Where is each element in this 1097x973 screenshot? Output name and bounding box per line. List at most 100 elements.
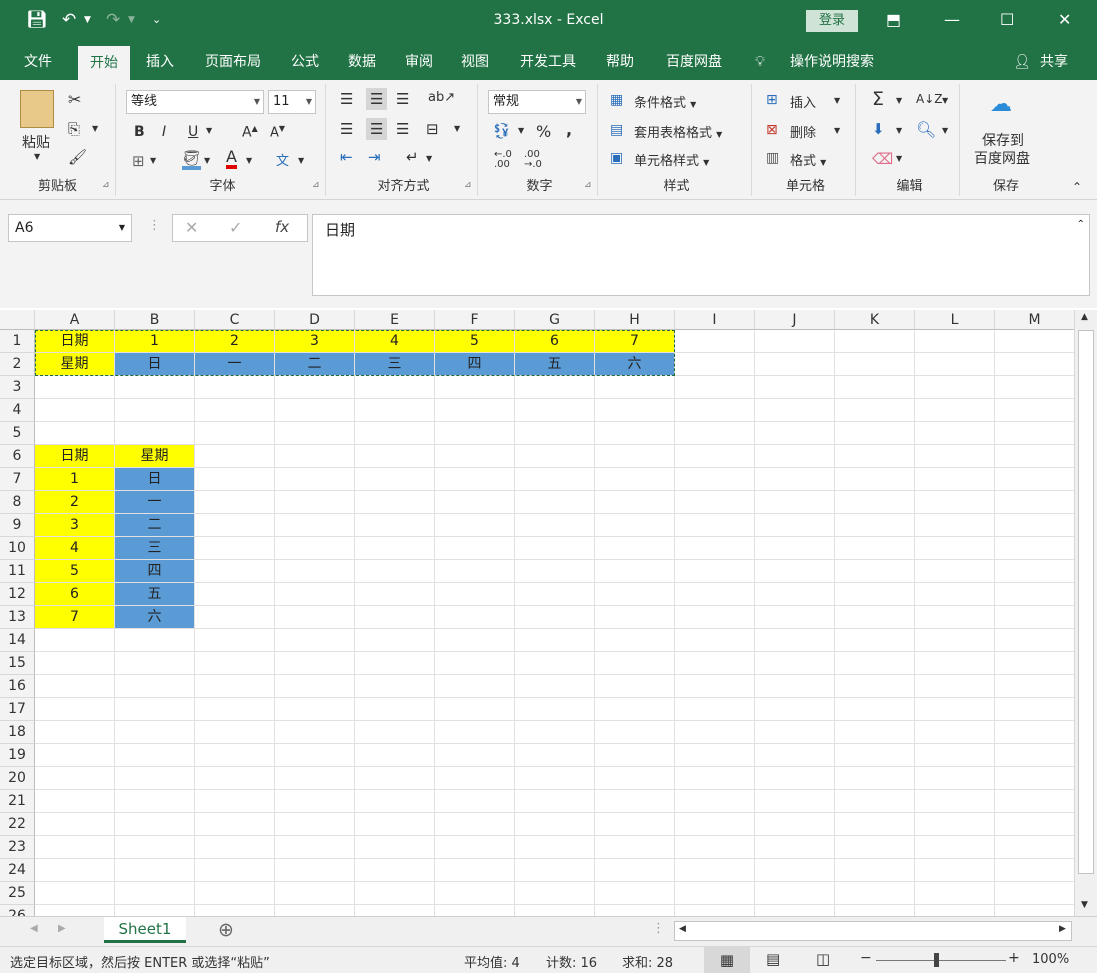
cell-l15[interactable] [915,652,995,675]
accounting-format-icon[interactable]: 💱︎ [492,122,511,140]
align-left-icon[interactable]: ☰ [340,120,353,138]
cell-h24[interactable] [595,859,675,882]
cell-g12[interactable] [515,583,595,606]
cell-m1[interactable] [995,330,1074,353]
cell-m24[interactable] [995,859,1074,882]
cell-b23[interactable] [115,836,195,859]
cell-d9[interactable] [275,514,355,537]
cell-l1[interactable] [915,330,995,353]
cell-e13[interactable] [355,606,435,629]
cell-c21[interactable] [195,790,275,813]
cell-c7[interactable] [195,468,275,491]
tab-split-icon[interactable]: ⋮ [652,921,665,936]
cell-e16[interactable] [355,675,435,698]
cell-e26[interactable] [355,905,435,916]
tab-baidu-netdisk[interactable]: 百度网盘 [656,44,732,80]
cell-b8[interactable]: 一 [115,491,195,514]
cell-j5[interactable] [755,422,835,445]
row-header[interactable]: 10 [0,537,35,560]
cell-e18[interactable] [355,721,435,744]
cell-g10[interactable] [515,537,595,560]
expand-formula-icon[interactable]: ⌃ [1077,219,1085,230]
row-header[interactable]: 13 [0,606,35,629]
cell-l13[interactable] [915,606,995,629]
column-header[interactable]: E [355,310,435,330]
cell-g20[interactable] [515,767,595,790]
cell-m9[interactable] [995,514,1074,537]
cell-c20[interactable] [195,767,275,790]
cell-a6[interactable]: 日期 [35,445,115,468]
cell-l21[interactable] [915,790,995,813]
column-header[interactable]: G [515,310,595,330]
cell-h15[interactable] [595,652,675,675]
cell-c26[interactable] [195,905,275,916]
cell-h19[interactable] [595,744,675,767]
cell-h14[interactable] [595,629,675,652]
cell-f26[interactable] [435,905,515,916]
cell-m19[interactable] [995,744,1074,767]
copy-icon[interactable]: ⎘ [68,120,80,138]
cell-i10[interactable] [675,537,755,560]
row-header[interactable]: 5 [0,422,35,445]
cell-h7[interactable] [595,468,675,491]
cell-i9[interactable] [675,514,755,537]
cell-k18[interactable] [835,721,915,744]
cell-f10[interactable] [435,537,515,560]
cell-h3[interactable] [595,376,675,399]
cell-f2[interactable]: 四 [435,353,515,376]
row-header[interactable]: 26 [0,905,35,916]
select-all-corner[interactable] [0,310,35,330]
cell-b3[interactable] [115,376,195,399]
login-button[interactable]: 登录 [806,10,858,32]
row-header[interactable]: 17 [0,698,35,721]
cell-c14[interactable] [195,629,275,652]
cell-h2[interactable]: 六 [595,353,675,376]
cell-m18[interactable] [995,721,1074,744]
cell-c8[interactable] [195,491,275,514]
cell-a1[interactable]: 日期 [35,330,115,353]
cell-d12[interactable] [275,583,355,606]
cell-k12[interactable] [835,583,915,606]
cell-b14[interactable] [115,629,195,652]
fill-color-dropdown-icon[interactable]: ▼ [204,156,210,165]
cell-l8[interactable] [915,491,995,514]
formula-bar[interactable]: 日期 ⌃ [312,214,1090,296]
autosum-icon[interactable]: Σ [872,88,884,110]
cell-c22[interactable] [195,813,275,836]
cell-h26[interactable] [595,905,675,916]
cell-g13[interactable] [515,606,595,629]
align-bottom-icon[interactable]: ☰ [396,90,409,108]
cell-b2[interactable]: 日 [115,353,195,376]
cell-e24[interactable] [355,859,435,882]
cell-m26[interactable] [995,905,1074,916]
cell-i2[interactable] [675,353,755,376]
cell-f22[interactable] [435,813,515,836]
baidu-cloud-icon[interactable]: ☁ [990,92,1012,117]
cell-e23[interactable] [355,836,435,859]
cell-l4[interactable] [915,399,995,422]
cell-f21[interactable] [435,790,515,813]
cell-j2[interactable] [755,353,835,376]
tab-file[interactable]: 文件 [16,44,60,80]
cell-a16[interactable] [35,675,115,698]
cell-i3[interactable] [675,376,755,399]
cell-k25[interactable] [835,882,915,905]
cell-f12[interactable] [435,583,515,606]
cell-j8[interactable] [755,491,835,514]
cell-e17[interactable] [355,698,435,721]
cell-f20[interactable] [435,767,515,790]
cell-j6[interactable] [755,445,835,468]
cell-j13[interactable] [755,606,835,629]
cell-j7[interactable] [755,468,835,491]
cell-d18[interactable] [275,721,355,744]
cell-d4[interactable] [275,399,355,422]
fill-dropdown-icon[interactable]: ▼ [896,126,902,135]
cell-i13[interactable] [675,606,755,629]
tab-review[interactable]: 审阅 [397,44,441,80]
cell-m11[interactable] [995,560,1074,583]
cell-i8[interactable] [675,491,755,514]
comma-style-icon[interactable]: , [566,120,572,139]
scroll-up-icon[interactable]: ▲ [1081,312,1088,322]
cell-i16[interactable] [675,675,755,698]
increase-indent-icon[interactable]: ⇥ [368,148,381,166]
